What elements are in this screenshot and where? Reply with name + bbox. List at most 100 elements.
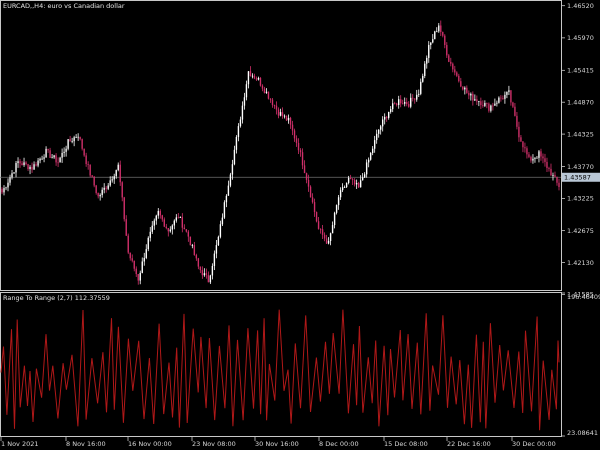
candle-body bbox=[367, 159, 370, 163]
candle-body bbox=[103, 187, 105, 190]
candle-body bbox=[115, 170, 117, 177]
candle-body bbox=[438, 25, 440, 32]
time-axis-label: 8 Nov 16:00 bbox=[66, 440, 106, 448]
candle-body bbox=[321, 229, 324, 235]
candle-body bbox=[389, 109, 392, 112]
candle-body bbox=[219, 224, 222, 237]
candle-body bbox=[159, 211, 161, 216]
indicator-title: Range To Range (2,7) 112.37559 bbox=[3, 294, 110, 302]
candle-body bbox=[117, 164, 119, 171]
candle-body bbox=[253, 75, 256, 79]
candle-body bbox=[532, 158, 534, 161]
candle-body bbox=[243, 97, 246, 106]
candle-body bbox=[454, 69, 456, 73]
candle-body bbox=[21, 163, 23, 166]
candle-body bbox=[452, 63, 454, 70]
candle-body bbox=[45, 148, 47, 158]
candle-body bbox=[41, 158, 43, 160]
candle-body bbox=[275, 105, 278, 110]
candle-body bbox=[506, 91, 508, 95]
candle-body bbox=[512, 102, 514, 107]
candle-body bbox=[163, 219, 165, 227]
candle-body bbox=[548, 168, 550, 169]
candle-body bbox=[197, 258, 200, 267]
candle-body bbox=[466, 87, 468, 93]
candle-body bbox=[87, 164, 89, 165]
candle-body bbox=[245, 84, 248, 98]
candle-body bbox=[518, 126, 520, 138]
price-axis-label: 1.44325 bbox=[567, 130, 594, 138]
candle-body bbox=[303, 165, 306, 174]
candle-body bbox=[396, 103, 398, 105]
candle-body bbox=[1, 188, 3, 193]
candle-body bbox=[359, 180, 362, 188]
candle-body bbox=[183, 227, 186, 230]
price-axis-label: 1.43770 bbox=[567, 163, 594, 171]
candle-body bbox=[347, 178, 350, 183]
candle-body bbox=[371, 148, 374, 153]
candle-body bbox=[498, 97, 500, 103]
candle-body bbox=[422, 76, 424, 82]
candle-body bbox=[209, 275, 212, 283]
candle-body bbox=[450, 61, 452, 64]
candle-body bbox=[488, 103, 490, 111]
price-axis-label: 1.45415 bbox=[567, 67, 594, 75]
candle-body bbox=[536, 157, 538, 159]
candle-body bbox=[19, 161, 21, 164]
time-axis-label: 15 Dec 08:00 bbox=[384, 440, 428, 448]
indicator-axis-label: 23.08641 bbox=[567, 429, 598, 437]
candle-body bbox=[464, 87, 466, 90]
candle-body bbox=[235, 136, 238, 150]
candle-body bbox=[25, 162, 27, 165]
candle-body bbox=[35, 164, 37, 166]
candle-body bbox=[195, 255, 198, 259]
candle-body bbox=[147, 237, 149, 250]
candle-body bbox=[139, 272, 141, 281]
candle-body bbox=[333, 212, 336, 226]
candle-body bbox=[381, 119, 384, 127]
candle-body bbox=[49, 150, 51, 158]
candle-body bbox=[277, 109, 280, 116]
candle-body bbox=[125, 219, 127, 236]
candle-body bbox=[516, 115, 518, 127]
candle-body bbox=[111, 179, 113, 181]
candle-body bbox=[171, 225, 174, 230]
candle-body bbox=[448, 55, 450, 62]
candle-body bbox=[544, 158, 546, 162]
candle-body bbox=[538, 151, 540, 158]
candle-body bbox=[402, 103, 404, 105]
candle-body bbox=[414, 98, 416, 100]
candle-body bbox=[113, 176, 115, 180]
candle-body bbox=[474, 99, 476, 101]
candle-body bbox=[119, 164, 121, 183]
candle-body bbox=[105, 187, 107, 189]
price-chart-window[interactable]: EURCAD,,H4: euro vs Canadian dollar 1.46… bbox=[0, 0, 600, 450]
candle-body bbox=[181, 217, 184, 228]
candle-body bbox=[59, 157, 61, 163]
candle-body bbox=[379, 126, 382, 130]
candle-body bbox=[468, 92, 470, 96]
candle-body bbox=[201, 270, 204, 276]
candle-body bbox=[392, 103, 394, 110]
candle-body bbox=[81, 139, 83, 149]
candle-body bbox=[191, 245, 194, 246]
candle-body bbox=[426, 57, 428, 64]
candle-body bbox=[351, 179, 354, 181]
candle-body bbox=[165, 226, 167, 229]
candle-body bbox=[129, 252, 131, 259]
candle-body bbox=[3, 188, 5, 193]
candle-body bbox=[135, 268, 137, 275]
candle-body bbox=[229, 174, 232, 186]
candle-body bbox=[398, 99, 400, 105]
candle-body bbox=[37, 160, 39, 166]
candle-body bbox=[554, 175, 556, 177]
candle-body bbox=[369, 152, 372, 160]
candle-body bbox=[458, 75, 460, 82]
candle-body bbox=[123, 197, 125, 220]
candle-body bbox=[299, 150, 302, 153]
candle-body bbox=[476, 99, 478, 102]
candle-body bbox=[73, 137, 75, 142]
candle-body bbox=[418, 93, 420, 95]
candle-body bbox=[33, 164, 35, 170]
time-axis-label: 16 Nov 00:00 bbox=[128, 440, 172, 448]
